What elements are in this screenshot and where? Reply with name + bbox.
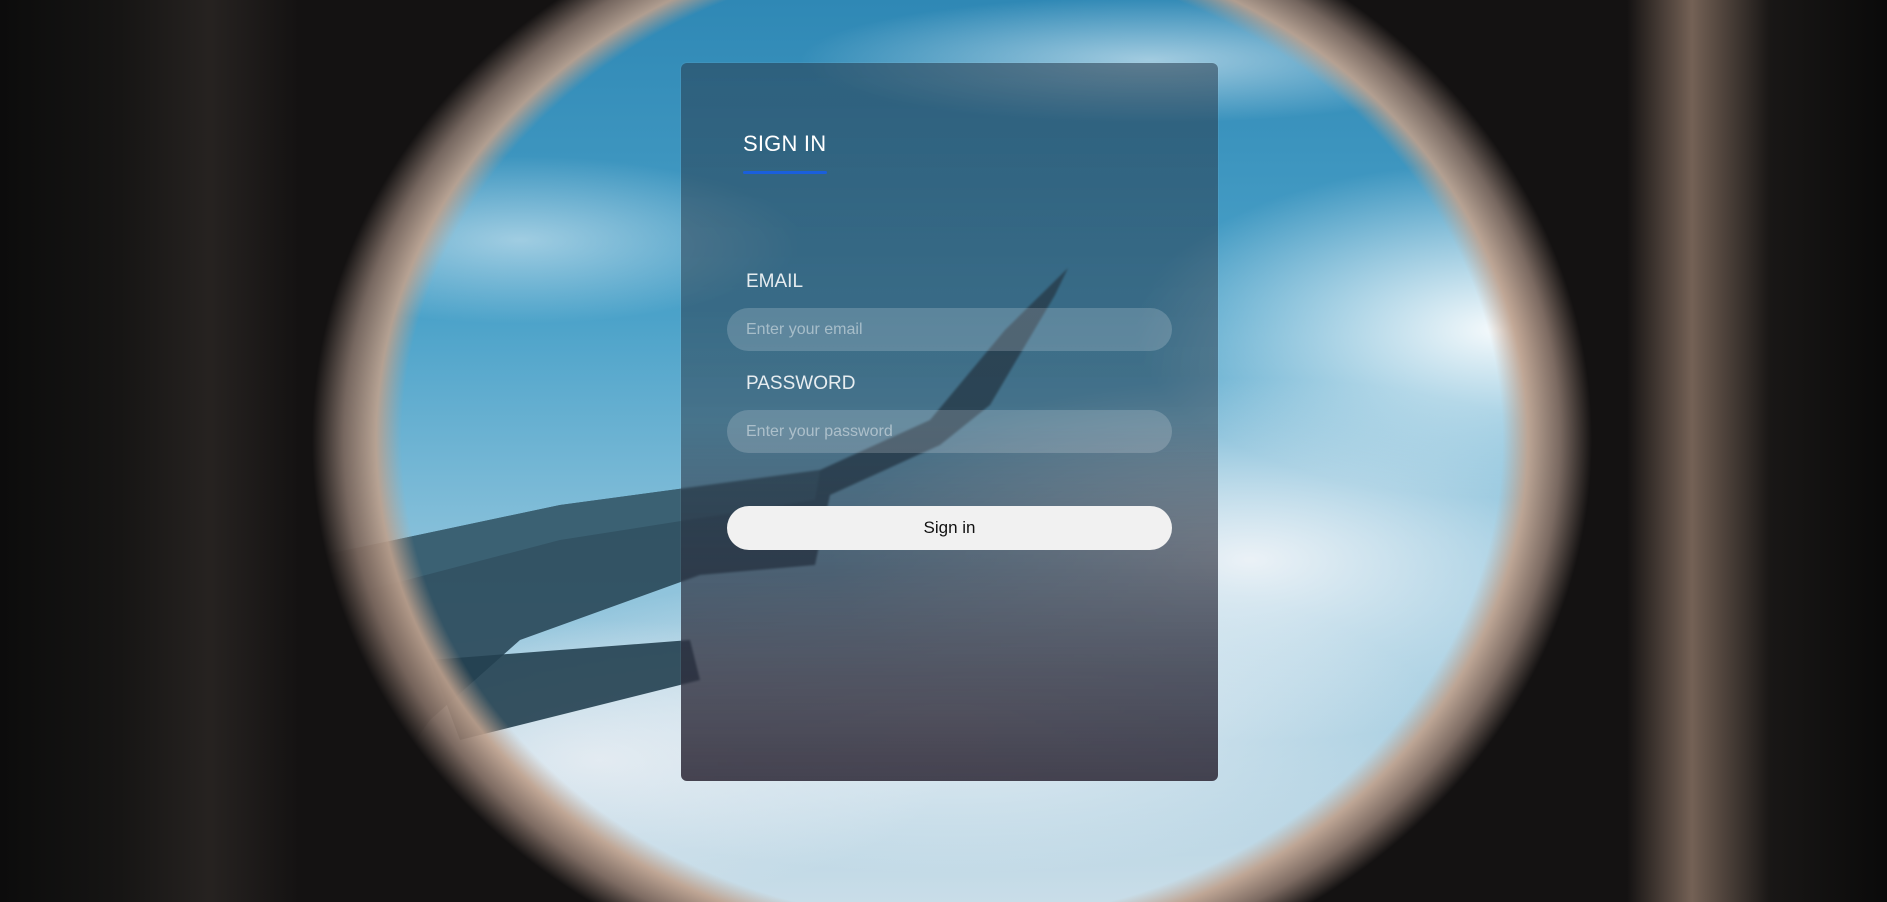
title-underline [743, 171, 827, 174]
password-label: PASSWORD [746, 373, 856, 394]
email-input[interactable] [727, 308, 1172, 351]
login-card: SIGN IN EMAIL PASSWORD Sign in [681, 63, 1218, 781]
signin-title: SIGN IN [743, 131, 827, 156]
signin-button[interactable]: Sign in [727, 506, 1172, 550]
cabin-wall-right [1627, 0, 1887, 902]
email-label: EMAIL [746, 271, 804, 292]
password-input[interactable] [727, 410, 1172, 453]
cabin-wall-left [0, 0, 300, 902]
